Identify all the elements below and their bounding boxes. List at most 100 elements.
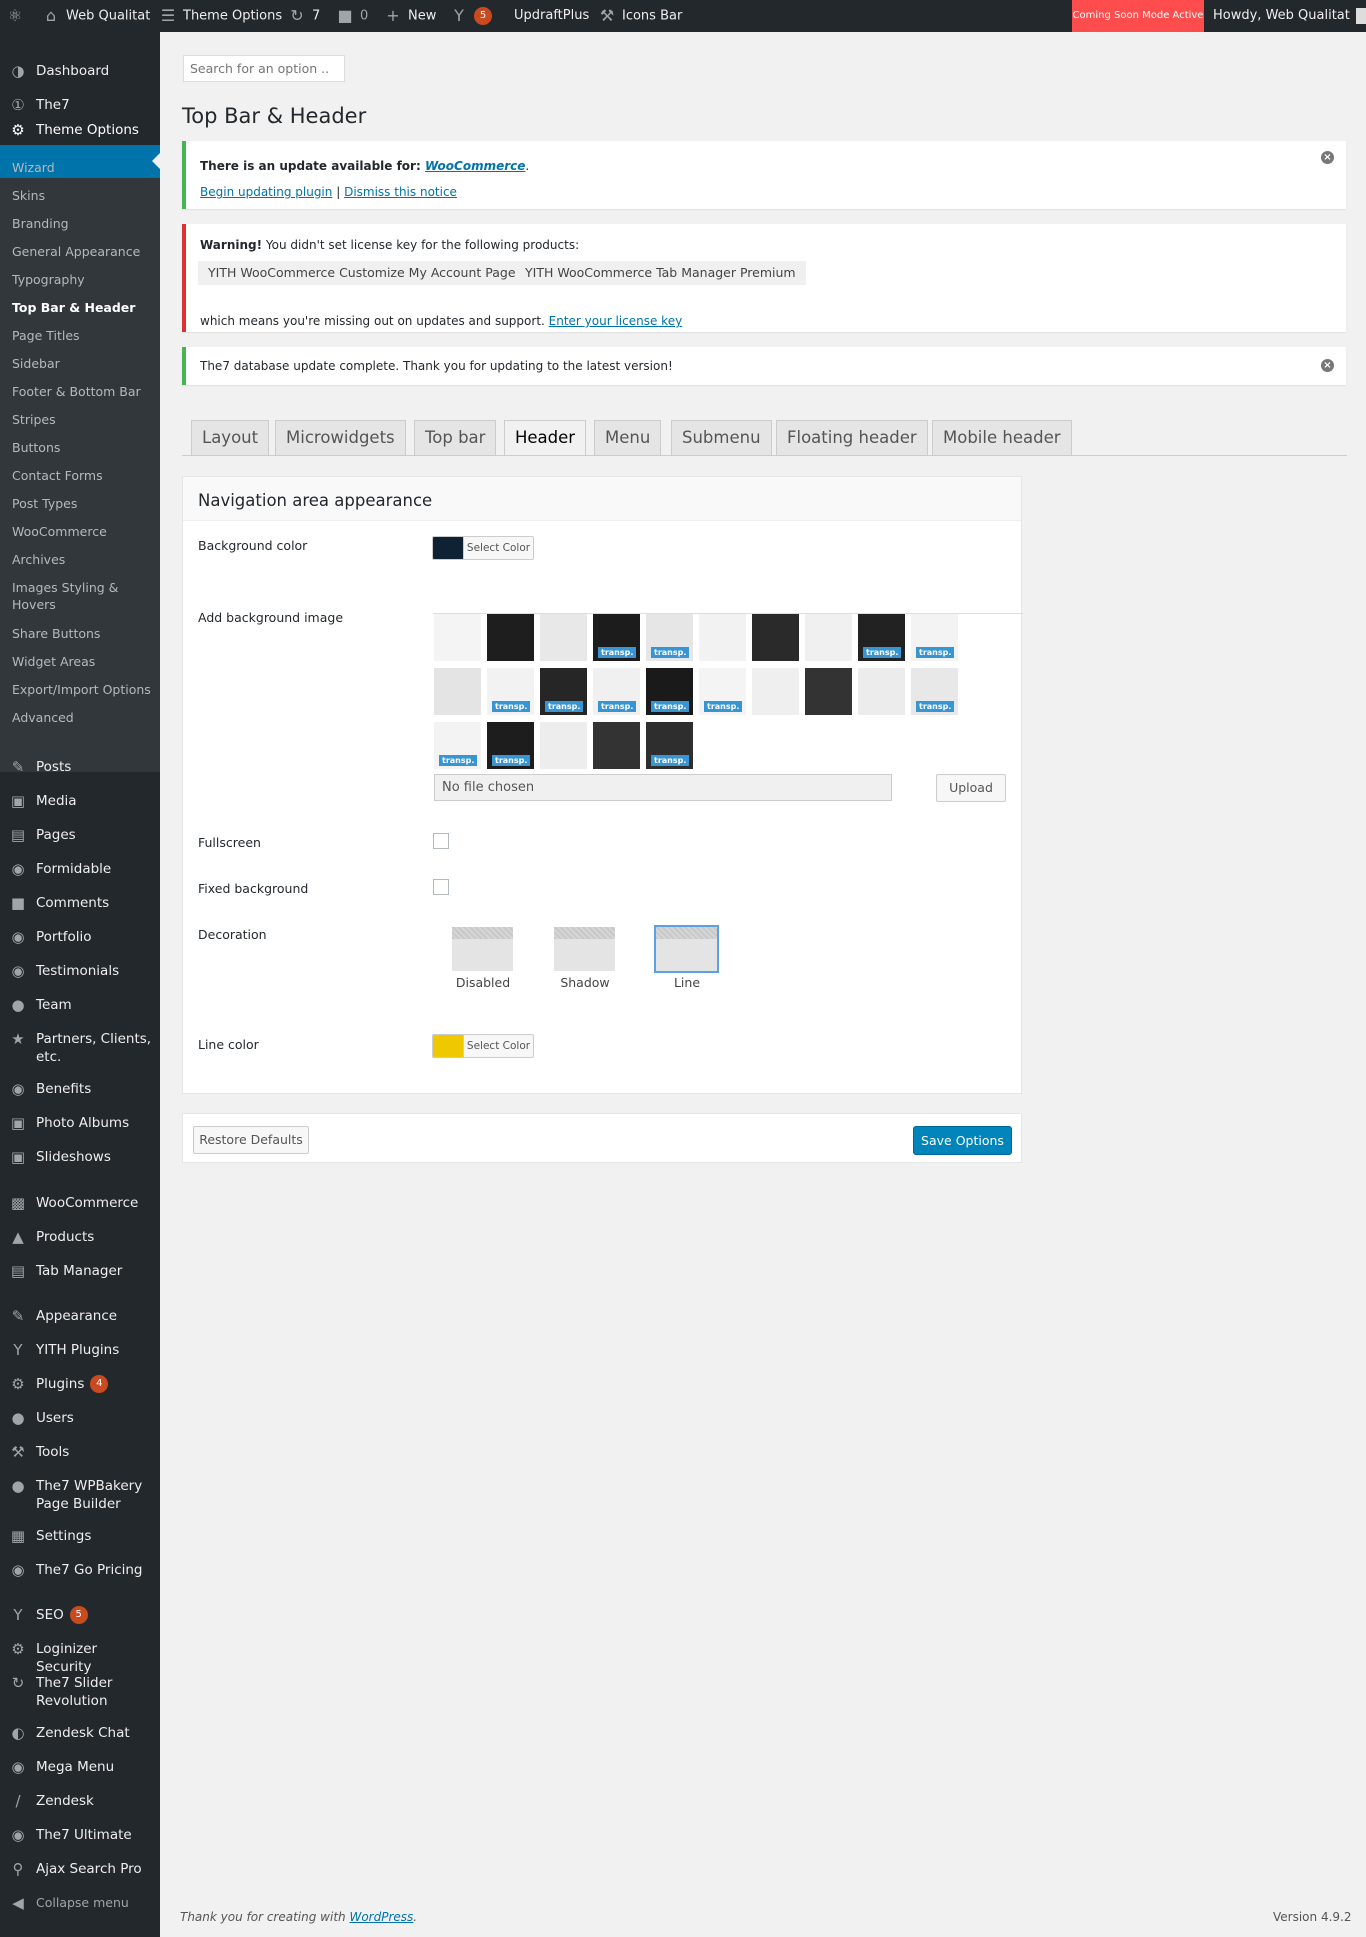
- background-pattern-tile[interactable]: transp.: [540, 668, 587, 715]
- submenu-item-footer-bottom-bar[interactable]: Footer & Bottom Bar: [12, 383, 152, 400]
- file-input[interactable]: No file chosen: [434, 774, 892, 801]
- comments-link[interactable]: ■ 0: [336, 0, 368, 32]
- background-pattern-tile[interactable]: [593, 722, 640, 769]
- background-color-picker[interactable]: Select Color: [432, 536, 534, 560]
- submenu-item-post-types[interactable]: Post Types: [12, 495, 152, 512]
- tab-header[interactable]: Header: [504, 420, 587, 456]
- sidebar-item-label: The7 Go Pricing: [36, 1562, 143, 1578]
- fixed-background-checkbox[interactable]: [433, 879, 449, 895]
- submenu-item-general-appearance[interactable]: General Appearance: [12, 243, 152, 260]
- updraftplus-link[interactable]: UpdraftPlus: [514, 0, 589, 32]
- new-content-link[interactable]: + New: [384, 0, 436, 32]
- submenu-item-page-titles[interactable]: Page Titles: [12, 327, 152, 344]
- submenu-item-widget-areas[interactable]: Widget Areas: [12, 653, 152, 670]
- yoast-link[interactable]: Y5: [450, 0, 492, 32]
- decoration-disabled-option[interactable]: [452, 927, 513, 971]
- tab-floating-header[interactable]: Floating header: [776, 420, 928, 455]
- updates-link[interactable]: ↻ 7: [288, 0, 320, 32]
- submenu-item-stripes[interactable]: Stripes: [12, 411, 152, 428]
- background-pattern-tile[interactable]: [752, 668, 799, 715]
- submenu-item-advanced[interactable]: Advanced: [12, 709, 152, 726]
- users-icon: ●: [11, 1409, 25, 1427]
- coming-soon-badge[interactable]: Coming Soon Mode Active: [1072, 0, 1204, 32]
- tab-top-bar[interactable]: Top bar: [414, 420, 497, 455]
- dismiss-notice-link[interactable]: Dismiss this notice: [344, 185, 457, 199]
- close-icon[interactable]: ×: [1321, 359, 1334, 372]
- submenu-item-wizard[interactable]: Wizard: [12, 159, 152, 176]
- transparent-tag: transp.: [545, 701, 584, 712]
- submenu-item-buttons[interactable]: Buttons: [12, 439, 152, 456]
- background-pattern-tile[interactable]: transp.: [911, 614, 958, 661]
- begin-updating-link[interactable]: Begin updating plugin: [200, 185, 332, 199]
- decoration-label: Decoration: [198, 927, 267, 942]
- background-pattern-tile[interactable]: transp.: [593, 668, 640, 715]
- woocommerce-link[interactable]: WooCommerce: [425, 159, 525, 173]
- upload-button[interactable]: Upload: [936, 774, 1006, 802]
- submenu-item-branding[interactable]: Branding: [12, 215, 152, 232]
- submenu-item-contact-forms[interactable]: Contact Forms: [12, 467, 152, 484]
- woocommerce-icon: ▩: [10, 1194, 26, 1212]
- wordpress-logo-icon[interactable]: ⚛: [6, 0, 30, 32]
- decoration-line-option[interactable]: [654, 925, 719, 973]
- search-option-input[interactable]: [183, 55, 345, 82]
- sidebar-item-label: Comments: [36, 895, 110, 911]
- background-pattern-tile[interactable]: transp.: [646, 722, 693, 769]
- background-pattern-tile[interactable]: transp.: [646, 614, 693, 661]
- submenu-item-export-import-options[interactable]: Export/Import Options: [12, 681, 152, 698]
- wordpress-link[interactable]: WordPress: [349, 1910, 413, 1924]
- sidebar-item-label: Plugins 4: [36, 1375, 154, 1393]
- site-name-link[interactable]: ⌂ Web Qualitat: [42, 0, 150, 32]
- background-pattern-tile[interactable]: [699, 614, 746, 661]
- plugins-icon: ⚙: [11, 1375, 25, 1393]
- background-pattern-tile[interactable]: [434, 668, 481, 715]
- background-pattern-tile[interactable]: transp.: [646, 668, 693, 715]
- background-pattern-tile[interactable]: transp.: [699, 668, 746, 715]
- background-pattern-tile[interactable]: [540, 614, 587, 661]
- line-color-picker[interactable]: Select Color: [432, 1034, 534, 1058]
- new-label: New: [408, 8, 437, 24]
- submenu-item-skins[interactable]: Skins: [12, 187, 152, 204]
- background-pattern-tile[interactable]: [805, 614, 852, 661]
- sidebar-item-label: The7 WPBakery Page Builder: [36, 1478, 143, 1512]
- team-icon: ●: [11, 996, 25, 1014]
- background-pattern-tile[interactable]: [752, 614, 799, 661]
- submenu-item-sidebar[interactable]: Sidebar: [12, 355, 152, 372]
- background-pattern-tile[interactable]: [858, 668, 905, 715]
- pages-icon: ▤: [10, 826, 26, 844]
- background-pattern-tile[interactable]: transp.: [487, 722, 534, 769]
- background-image-label: Add background image: [198, 610, 344, 625]
- background-pattern-tile[interactable]: transp.: [434, 722, 481, 769]
- tab-layout[interactable]: Layout: [191, 420, 270, 455]
- howdy-account[interactable]: Howdy, Web Qualitat: [1213, 0, 1366, 32]
- submenu-item-share-buttons[interactable]: Share Buttons: [12, 625, 152, 642]
- fullscreen-checkbox[interactable]: [433, 833, 449, 849]
- restore-defaults-button[interactable]: Restore Defaults: [193, 1126, 309, 1154]
- close-icon[interactable]: ×: [1321, 151, 1334, 164]
- background-pattern-tile[interactable]: [805, 668, 852, 715]
- submenu-item-woocommerce[interactable]: WooCommerce: [12, 523, 152, 540]
- decoration-shadow-option[interactable]: [554, 927, 615, 971]
- submenu-item-top-bar-header[interactable]: Top Bar & Header: [12, 299, 152, 316]
- tab-microwidgets[interactable]: Microwidgets: [275, 420, 406, 455]
- background-pattern-tile[interactable]: transp.: [858, 614, 905, 661]
- options-actions-bar: Restore Defaults Save Options: [182, 1113, 1022, 1163]
- background-pattern-tile[interactable]: [487, 614, 534, 661]
- background-pattern-tile[interactable]: transp.: [911, 668, 958, 715]
- save-options-button[interactable]: Save Options: [913, 1126, 1012, 1155]
- theme-options-link[interactable]: ☰ Theme Options: [159, 0, 282, 32]
- icons-bar-link[interactable]: ⚒ Icons Bar: [598, 0, 682, 32]
- tab-menu[interactable]: Menu: [594, 420, 662, 455]
- submenu-item-archives[interactable]: Archives: [12, 551, 152, 568]
- enter-license-link[interactable]: Enter your license key: [549, 314, 683, 328]
- tab-mobile-header[interactable]: Mobile header: [932, 420, 1072, 455]
- decoration-preview-top: [554, 927, 615, 939]
- background-pattern-tile[interactable]: [434, 614, 481, 661]
- sidebar-item-label: Users: [36, 1410, 74, 1426]
- background-pattern-tile[interactable]: [540, 722, 587, 769]
- admin-bar: ⚛ ⌂ Web Qualitat ☰ Theme Options ↻ 7 ■ 0 + Ne…: [0, 0, 1366, 32]
- background-pattern-tile[interactable]: transp.: [487, 668, 534, 715]
- background-pattern-tile[interactable]: transp.: [593, 614, 640, 661]
- submenu-item-images-styling-hovers[interactable]: Images Styling & Hovers: [12, 579, 152, 613]
- submenu-item-typography[interactable]: Typography: [12, 271, 152, 288]
- tab-submenu[interactable]: Submenu: [671, 420, 772, 455]
